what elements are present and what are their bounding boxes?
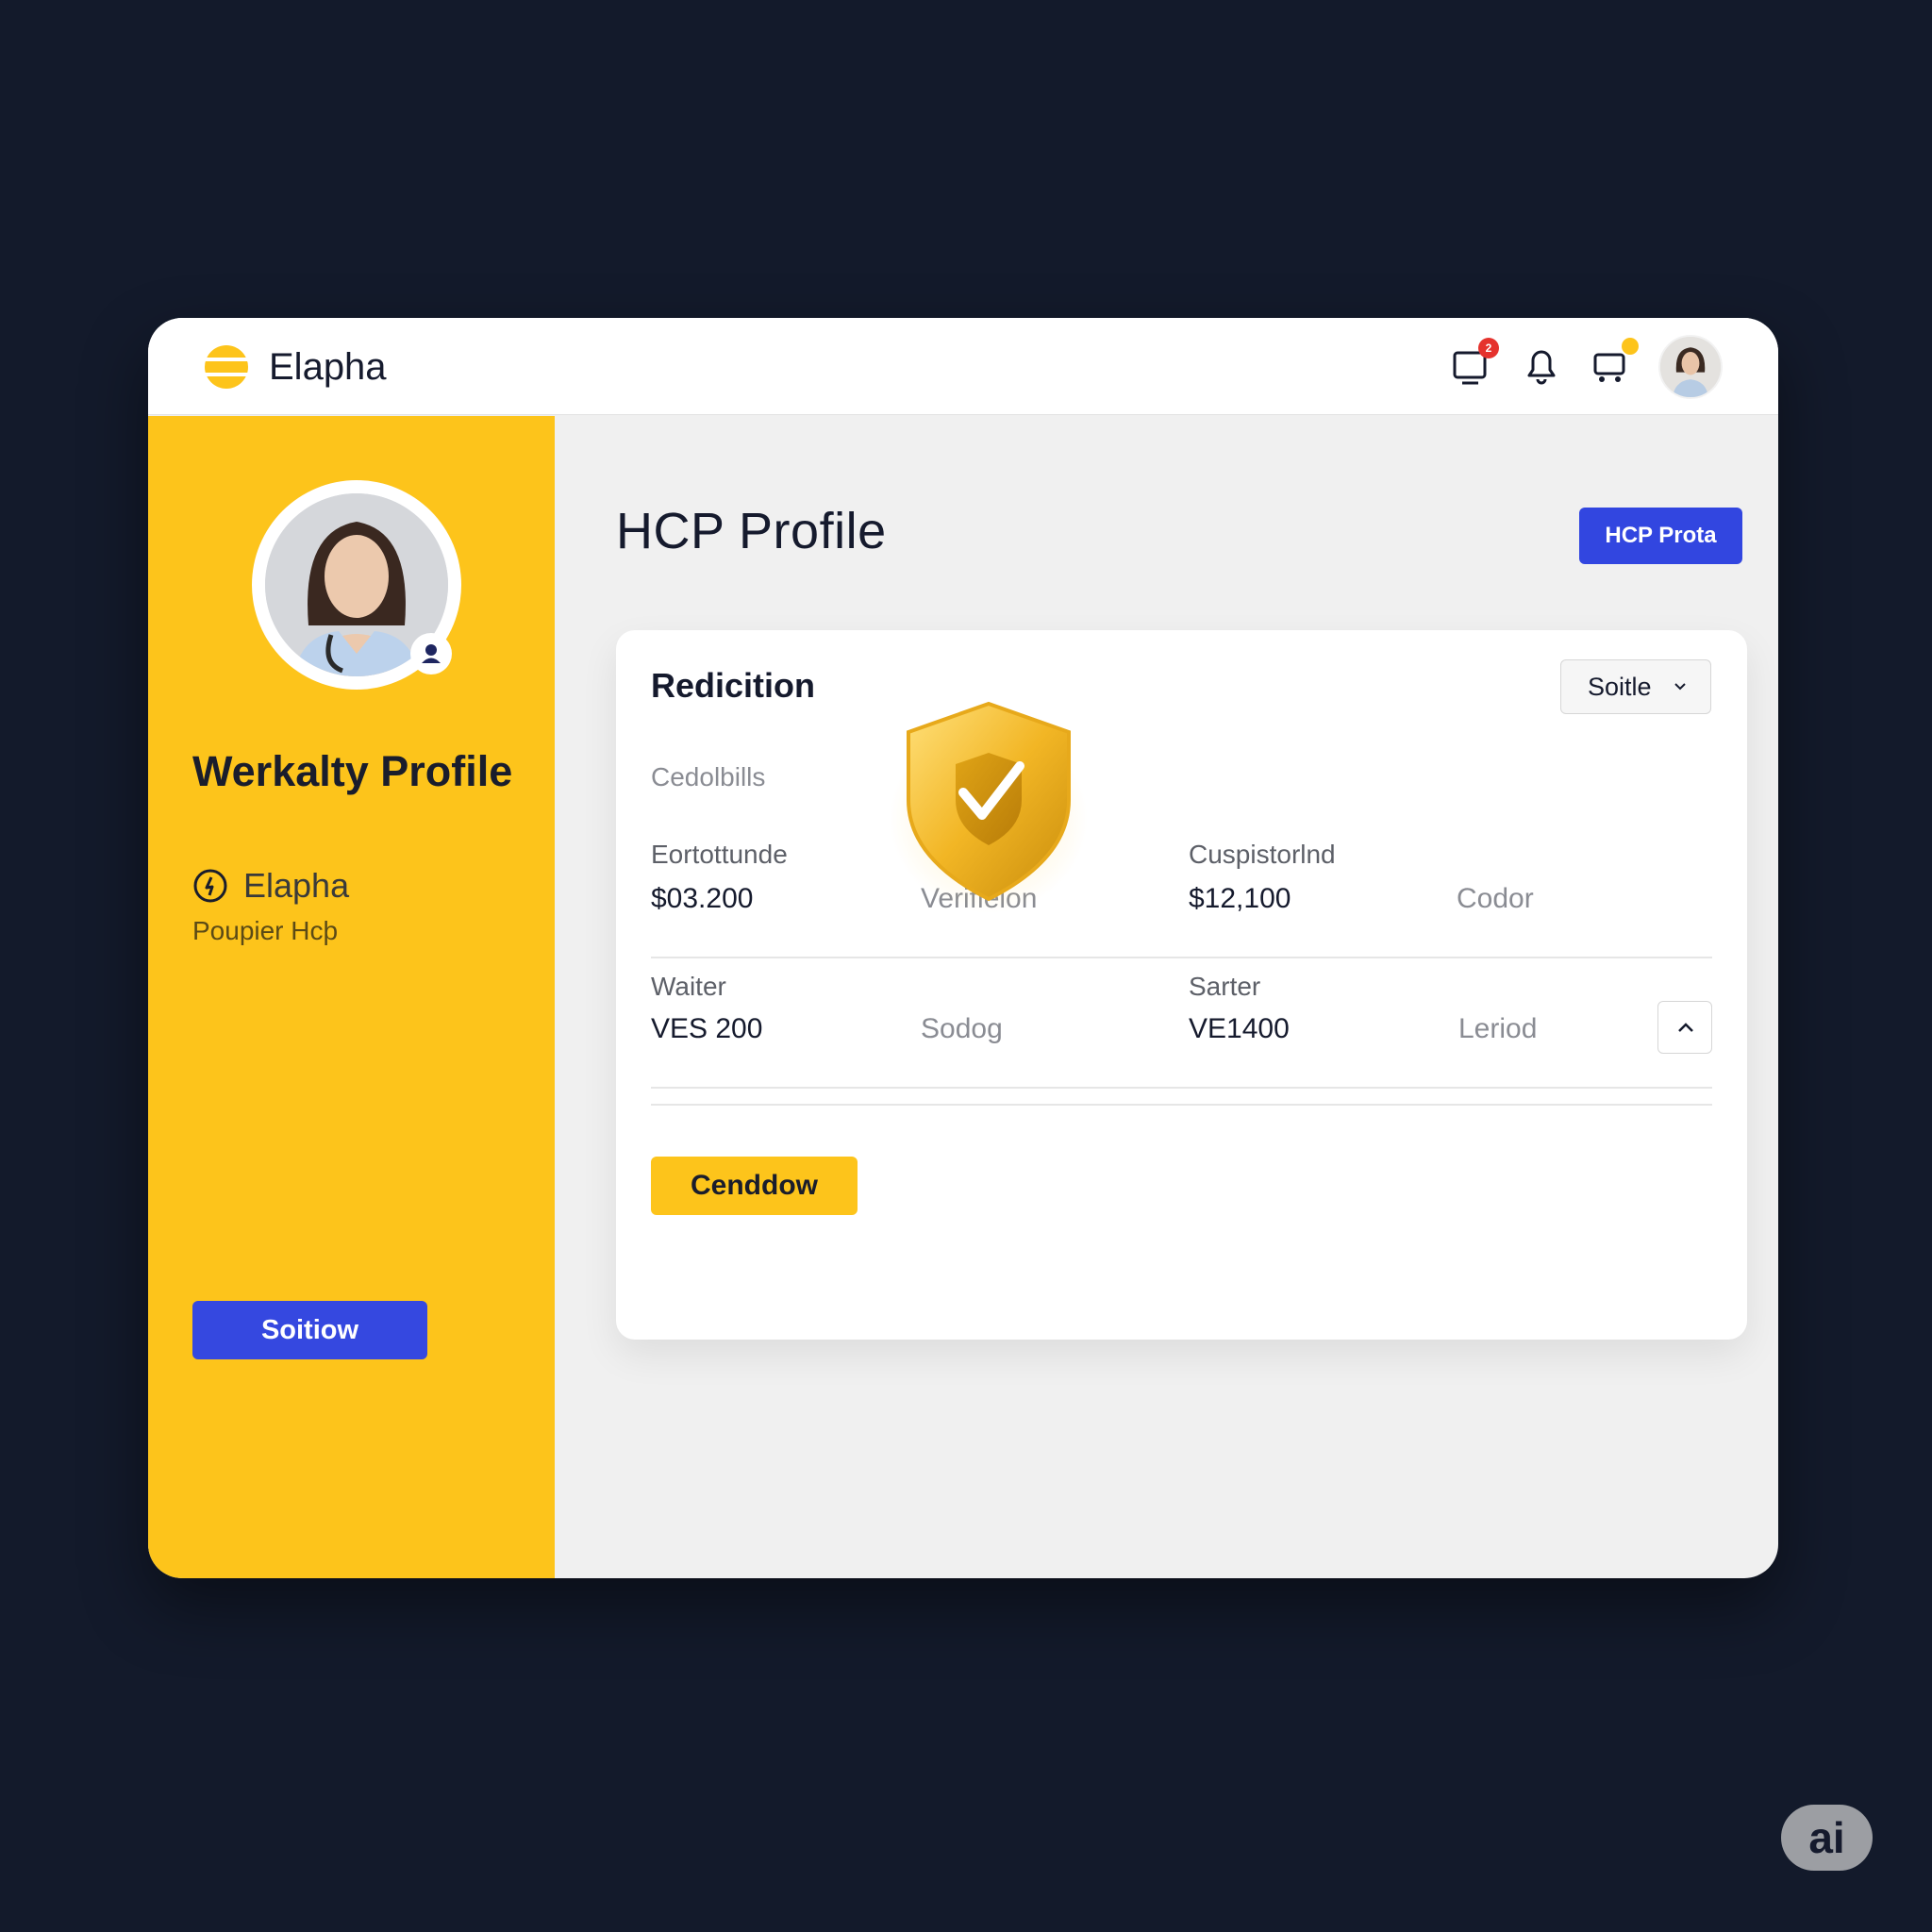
card-title: Redicition [651,666,816,705]
bell-icon [1527,350,1556,385]
sidebar-title: Werkalty Profile [192,747,513,795]
row-label: Waiter [651,972,726,1001]
user-icon [422,644,441,663]
cart-button[interactable] [1590,338,1639,389]
app-name: Elapha [269,346,387,388]
sidebar-action-button[interactable]: Soitiow [192,1301,427,1359]
card-section-label: Cedolbills [651,762,766,791]
row-value: VES 200 [651,1013,763,1044]
row-value: VE1400 [1189,1013,1290,1044]
monitor-alert-button[interactable]: 2 [1450,338,1499,389]
sidebar-org-name: Elapha [243,866,350,905]
details-card: Redicition Soitle Cedolbills Eortottunde… [616,630,1747,1340]
profile-badge [410,633,452,675]
table-row: Waiter VES 200 Sodog Sarter VE1400 Lerio… [651,958,1712,1089]
row-value: $03.200 [651,883,754,914]
cart-badge [1622,338,1639,355]
card-divider [651,1104,1712,1106]
chevron-up-icon [1678,1023,1693,1032]
row-status: Codor [1457,883,1534,914]
page-title: HCP Profile [616,503,887,559]
ai-watermark: ai [1781,1805,1873,1871]
sidebar-org: Elapha [192,863,349,908]
row-label: Sarter [1189,972,1261,1001]
row-detail: Sodog [921,1013,1003,1044]
user-avatar[interactable] [1658,335,1723,399]
top-bar: Elapha 2 [148,318,1778,415]
table-row: Eortottunde $03.200 Verifieion Cuspistor… [651,828,1712,958]
hcp-profile-button[interactable]: HCP Prota [1579,508,1742,564]
profile-photo-frame [252,480,461,690]
sidebar-subtitle: Poupier Hcþ [192,916,339,945]
row-label: Eortottunde [651,840,788,869]
user-avatar-image [1660,337,1721,397]
notification-badge: 2 [1478,338,1499,358]
sort-select-label: Soitle [1588,673,1652,701]
verified-shield-icon [890,701,1088,913]
clock-icon [193,869,227,903]
row-expand-button[interactable] [1657,1001,1712,1054]
sort-select[interactable]: Soitle [1560,659,1711,714]
card-action-button[interactable]: Cenddow [651,1157,858,1215]
app-window: Elapha 2 Werkalty Profile Elapha Poupier… [148,318,1778,1578]
row-status: Leriod [1458,1013,1538,1044]
row-value: $12,100 [1189,883,1291,914]
profile-sidebar: Werkalty Profile Elapha Poupier Hcþ Soit… [148,416,555,1578]
row-label: Cuspistorlnd [1189,840,1336,869]
app-logo-icon [203,345,250,389]
chevron-down-icon [1674,683,1686,691]
bell-button[interactable] [1520,341,1563,389]
